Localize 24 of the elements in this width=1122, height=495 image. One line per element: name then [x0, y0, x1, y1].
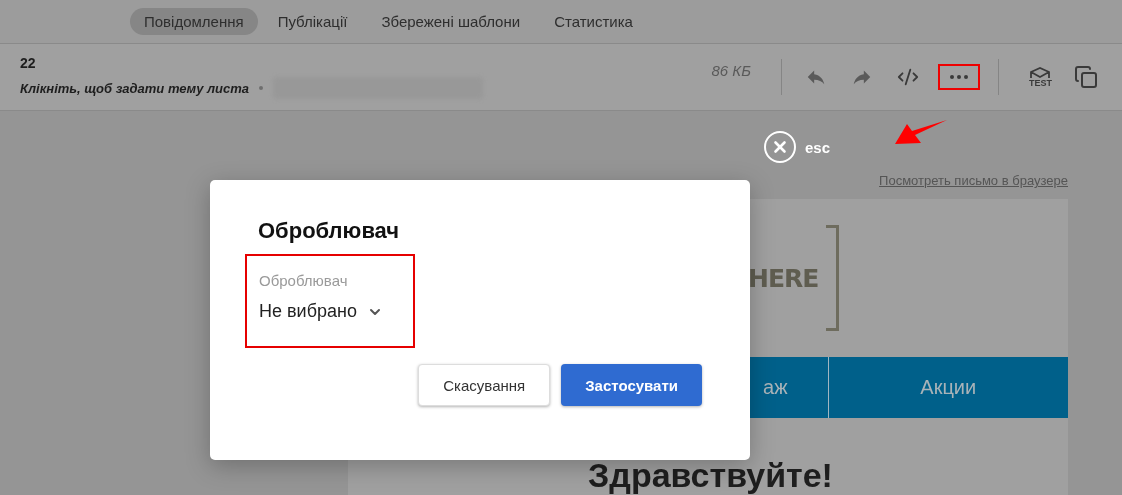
- nav-tab[interactable]: Повідомлення: [130, 8, 258, 35]
- close-button[interactable]: esc: [764, 131, 831, 163]
- dialog-title: Оброблювач: [258, 218, 401, 244]
- logo-text: HERE: [748, 263, 819, 293]
- esc-label: esc: [805, 138, 831, 156]
- message-number: 22: [20, 55, 36, 71]
- copy-icon: [1074, 65, 1098, 89]
- test-button[interactable]: TEST: [1025, 62, 1056, 92]
- more-button[interactable]: [938, 64, 980, 90]
- subject-text[interactable]: Клікніть, щоб задати тему листа: [20, 80, 250, 96]
- email-greeting: Здравствуйте!: [588, 456, 834, 495]
- separator-dot: [259, 86, 264, 90]
- close-icon: [764, 131, 796, 163]
- message-size: 86 КБ: [711, 62, 751, 80]
- handler-select[interactable]: Оброблювач Не вибрано: [245, 254, 415, 348]
- nav-tab[interactable]: Публікації: [263, 8, 362, 35]
- view-in-browser-link[interactable]: Посмотреть письмо в браузере: [879, 173, 1068, 199]
- cancel-button[interactable]: Скасування: [418, 364, 551, 406]
- apply-button[interactable]: Застосувати: [561, 364, 702, 406]
- more-icon: [950, 75, 968, 79]
- nav-tab[interactable]: Статистика: [540, 8, 647, 35]
- house-envelope-icon: [1029, 66, 1052, 79]
- nav-tab[interactable]: Збережені шаблони: [367, 8, 535, 35]
- code-icon: [896, 66, 920, 88]
